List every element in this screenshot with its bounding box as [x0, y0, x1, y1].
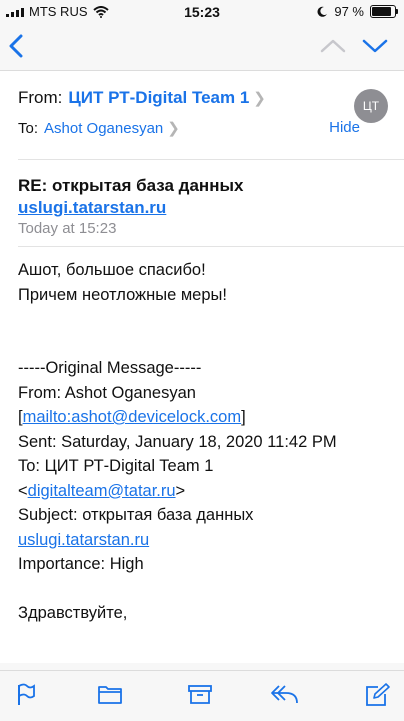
original-mailto-line: [mailto:ashot@devicelock.com]	[18, 408, 246, 426]
original-to-email-line: <digitalteam@tatar.ru>	[18, 481, 186, 500]
compose-icon[interactable]	[364, 683, 390, 707]
original-importance: Importance: High	[18, 555, 144, 573]
hide-button[interactable]: Hide	[329, 119, 360, 136]
chevron-up-icon[interactable]	[320, 38, 346, 54]
battery-icon	[370, 5, 398, 18]
chevron-right-icon[interactable]: ❯	[253, 89, 266, 107]
original-from: From: Ashot Oganesyan	[18, 383, 196, 402]
body-line: Причем неотложные меры!	[18, 285, 227, 304]
sender-name[interactable]: ЦИТ РТ-Digital Team 1	[68, 88, 249, 108]
greeting: Здравствуйте,	[18, 603, 128, 622]
message-content: From: ЦИТ РТ-Digital Team 1 ❯ To: Ashot …	[0, 71, 404, 663]
original-to: To: ЦИТ РТ-Digital Team 1	[18, 457, 214, 475]
from-row: From: ЦИТ РТ-Digital Team 1 ❯	[18, 88, 266, 108]
body-line: Ашот, большое спасибо!	[18, 261, 206, 279]
original-sent: Sent: Saturday, January 18, 2020 11:42 P…	[18, 432, 337, 451]
folder-icon[interactable]	[97, 683, 123, 705]
chevron-left-icon[interactable]	[8, 34, 24, 58]
subject-url-link[interactable]: uslugi.tatarstan.ru	[18, 531, 149, 549]
from-label: From:	[18, 88, 63, 107]
nav-bar	[0, 24, 404, 71]
chevron-right-icon[interactable]: ❯	[167, 119, 180, 137]
message-header: From: ЦИТ РТ-Digital Team 1 ❯ To: Ashot …	[18, 71, 404, 160]
battery-percent: 97 %	[334, 4, 364, 19]
message-body: Ашот, большое спасибо! Причем неотложные…	[0, 247, 404, 625]
subject-block: RE: открытая база данных uslugi.tatarsta…	[18, 160, 404, 247]
archive-icon[interactable]	[187, 683, 213, 705]
avatar: ЦТ	[354, 89, 388, 123]
moon-icon	[317, 6, 328, 17]
reply-icon[interactable]	[270, 683, 300, 705]
original-subject: Subject: открытая база данных	[18, 506, 254, 524]
recipient-name[interactable]: Ashot Oganesyan	[44, 120, 163, 137]
message-date: Today at 15:23	[18, 220, 117, 237]
mailto-link[interactable]: mailto:ashot@devicelock.com	[23, 408, 242, 426]
to-row: To: Ashot Oganesyan ❯	[18, 119, 180, 138]
message-subject: RE: открытая база данных	[18, 176, 244, 195]
email-link[interactable]: digitalteam@tatar.ru	[28, 482, 176, 500]
bottom-toolbar	[0, 670, 404, 721]
original-subject-link-line: uslugi.tatarstan.ru	[18, 528, 386, 553]
flag-icon[interactable]	[16, 683, 36, 707]
chevron-down-icon[interactable]	[362, 38, 388, 54]
subject-link[interactable]: uslugi.tatarstan.ru	[18, 198, 166, 218]
original-message-header: -----Original Message-----	[18, 359, 202, 377]
status-right: 97 %	[317, 4, 398, 19]
status-bar: MTS RUS 15:23 97 %	[0, 0, 404, 24]
to-label: To:	[18, 119, 39, 137]
